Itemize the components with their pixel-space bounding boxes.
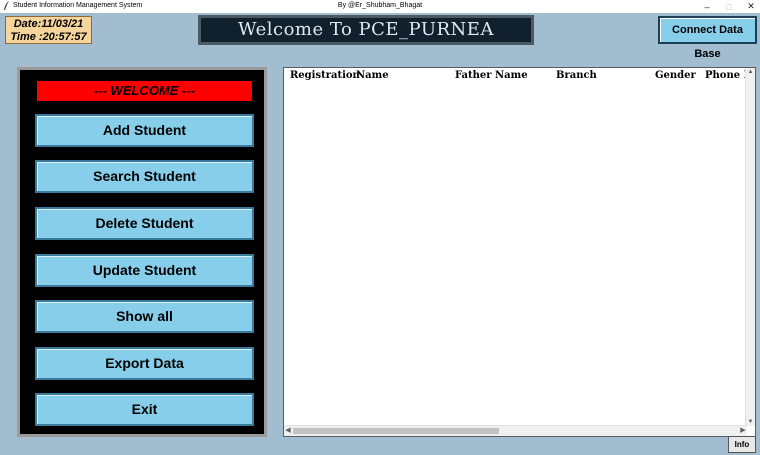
welcome-banner: Welcome To PCE_PURNEA bbox=[198, 15, 534, 45]
date-label: Date:11/03/21 bbox=[13, 18, 84, 30]
scroll-up-icon[interactable]: ▲ bbox=[746, 68, 755, 76]
show-all-button[interactable]: Show all bbox=[35, 300, 254, 333]
student-table[interactable]: Registration Name Father Name Branch Gen… bbox=[283, 67, 756, 437]
column-header-name[interactable]: Name bbox=[356, 70, 389, 81]
horizontal-scroll-thumb[interactable] bbox=[293, 428, 499, 434]
close-button[interactable]: ✕ bbox=[740, 0, 760, 13]
add-student-button[interactable]: Add Student bbox=[35, 114, 254, 147]
scroll-down-icon[interactable]: ▼ bbox=[746, 418, 755, 426]
column-header-branch[interactable]: Branch bbox=[556, 70, 597, 81]
column-header-father-name[interactable]: Father Name bbox=[455, 70, 528, 81]
connect-database-button[interactable]: Connect Data Base bbox=[658, 16, 757, 60]
export-data-button[interactable]: Export Data bbox=[35, 347, 254, 380]
scroll-right-icon[interactable]: ▶ bbox=[739, 426, 747, 436]
scroll-left-icon[interactable]: ◀ bbox=[284, 426, 292, 436]
info-button[interactable]: Info bbox=[728, 436, 756, 453]
horizontal-scrollbar[interactable]: ◀ ▶ bbox=[284, 425, 747, 436]
title-bar: Student Information Management System By… bbox=[0, 0, 760, 13]
search-student-button[interactable]: Search Student bbox=[35, 160, 254, 193]
time-label: Time :20:57:57 bbox=[10, 31, 87, 43]
update-student-button[interactable]: Update Student bbox=[35, 254, 254, 287]
maximize-button[interactable]: □ bbox=[718, 0, 740, 13]
column-header-registration[interactable]: Registration bbox=[290, 70, 360, 81]
window-subtitle: By @Er_Shubham_Bhagat bbox=[337, 2, 423, 9]
column-header-gender[interactable]: Gender bbox=[655, 70, 696, 81]
welcome-label: --- WELCOME --- bbox=[37, 81, 252, 101]
delete-student-button[interactable]: Delete Student bbox=[35, 207, 254, 240]
exit-button[interactable]: Exit bbox=[35, 393, 254, 426]
menu-panel: --- WELCOME --- Add Student Search Stude… bbox=[17, 67, 267, 437]
minimize-button[interactable]: – bbox=[696, 0, 718, 13]
vertical-scrollbar[interactable]: ▲ ▼ bbox=[745, 68, 755, 426]
date-time-display: Date:11/03/21 Time :20:57:57 bbox=[5, 16, 92, 44]
